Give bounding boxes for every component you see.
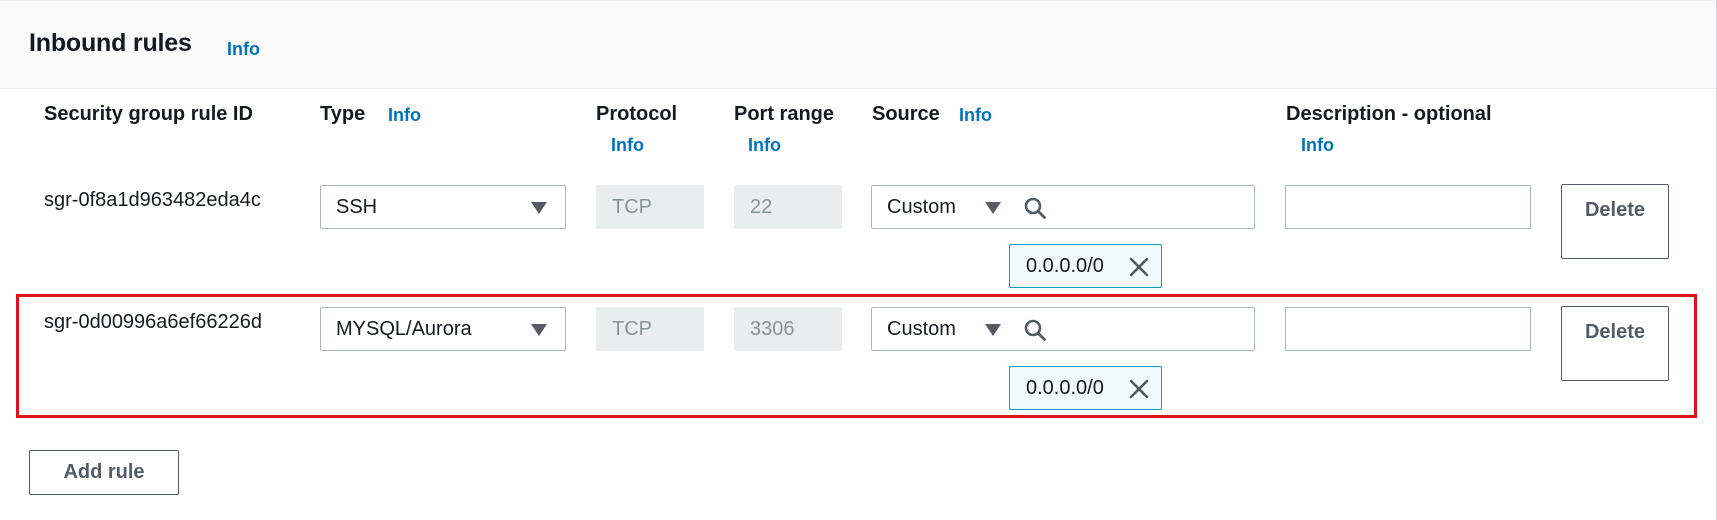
protocol-field: TCP [596, 185, 704, 229]
highlight-box [16, 294, 1697, 418]
source-search-input[interactable] [1009, 185, 1255, 229]
port-range-field: 22 [734, 185, 842, 229]
add-rule-button[interactable]: Add rule [29, 450, 179, 495]
type-select-value: SSH [336, 196, 378, 218]
col-header-description: Description - optional [1286, 103, 1492, 125]
port-range-value: 22 [750, 196, 773, 218]
close-icon[interactable] [1128, 256, 1150, 278]
source-type-select[interactable]: Custom [871, 185, 1010, 229]
col-header-source: Source [872, 103, 940, 125]
panel-info-link[interactable]: Info [227, 39, 260, 60]
col-header-rule-id: Security group rule ID [44, 103, 253, 125]
source-info-link[interactable]: Info [959, 105, 992, 126]
col-header-port-range: Port range [734, 103, 835, 125]
caret-down-icon [531, 202, 547, 214]
source-type-value: Custom [887, 196, 956, 218]
protocol-value: TCP [612, 196, 652, 218]
description-input[interactable] [1285, 185, 1531, 229]
protocol-info-link[interactable]: Info [611, 135, 644, 156]
caret-down-icon [985, 202, 1001, 214]
search-icon [1024, 197, 1046, 219]
delete-button[interactable]: Delete [1561, 184, 1669, 259]
rule-id: sgr-0f8a1d963482eda4c [44, 189, 261, 211]
type-select[interactable]: SSH [320, 185, 566, 229]
type-info-link[interactable]: Info [388, 105, 421, 126]
inbound-rules-panel: Inbound rules Info Security group rule I… [0, 0, 1717, 520]
col-header-protocol: Protocol [596, 103, 678, 125]
panel-header: Inbound rules Info [0, 1, 1716, 89]
source-token: 0.0.0.0/0 [1009, 244, 1162, 288]
source-token-label: 0.0.0.0/0 [1026, 255, 1104, 277]
col-header-type: Type [320, 103, 366, 125]
panel-title: Inbound rules [29, 29, 192, 57]
port-range-info-link[interactable]: Info [748, 135, 781, 156]
description-info-link[interactable]: Info [1301, 135, 1334, 156]
